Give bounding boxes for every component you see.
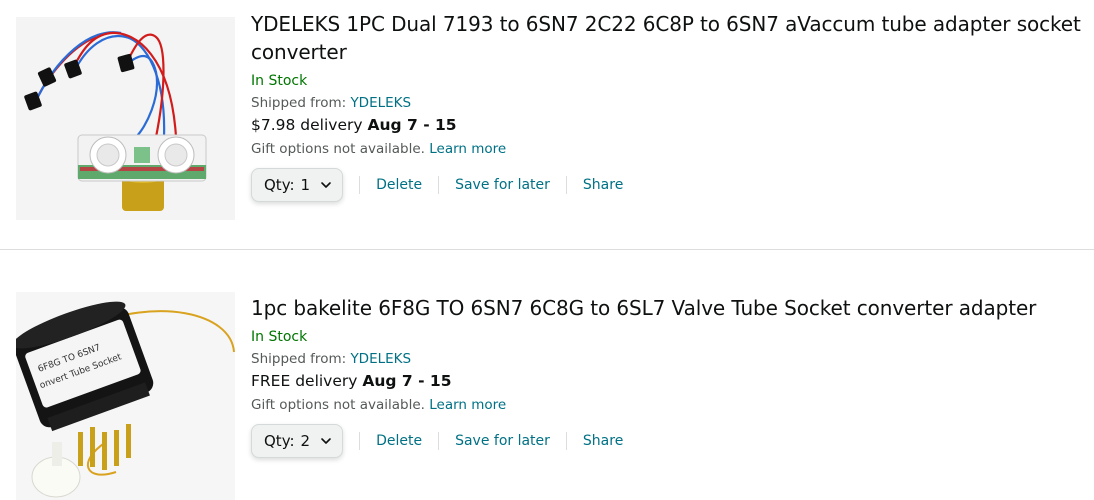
divider bbox=[438, 176, 440, 194]
delivery-info: FREE delivery Aug 7 - 15 bbox=[251, 370, 1088, 392]
gift-options-text: Gift options not available. bbox=[251, 141, 430, 157]
divider bbox=[359, 432, 361, 450]
product-image[interactable]: 6F8G TO 6SN7 onvert Tube Socket bbox=[16, 292, 235, 500]
tube-adapter-image bbox=[16, 17, 235, 220]
quantity-dropdown[interactable]: Qty: 1 bbox=[251, 168, 344, 202]
shipped-from: Shipped from: YDELEKS bbox=[251, 349, 1088, 369]
delete-button[interactable]: Delete bbox=[376, 177, 422, 193]
save-for-later-button[interactable]: Save for later bbox=[455, 177, 550, 193]
delivery-date: Aug 7 - 15 bbox=[367, 116, 457, 134]
shipped-from-label: Shipped from: bbox=[251, 351, 351, 367]
delete-button[interactable]: Delete bbox=[376, 433, 422, 449]
delivery-price: $7.98 delivery bbox=[251, 116, 368, 134]
shipped-from: Shipped from: YDELEKS bbox=[251, 93, 1088, 113]
item-details: 1pc bakelite 6F8G TO 6SN7 6C8G to 6SL7 V… bbox=[251, 294, 1088, 459]
gift-options-text: Gift options not available. bbox=[251, 397, 430, 413]
item-details: YDELEKS 1PC Dual 7193 to 6SN7 2C22 6C8P … bbox=[251, 10, 1088, 203]
learn-more-link[interactable]: Learn more bbox=[429, 141, 506, 157]
stock-status: In Stock bbox=[251, 329, 308, 345]
stock-status: In Stock bbox=[251, 73, 308, 89]
learn-more-link[interactable]: Learn more bbox=[429, 397, 506, 413]
quantity-dropdown[interactable]: Qty: 2 bbox=[251, 424, 344, 458]
divider bbox=[565, 432, 567, 450]
cart-item: YDELEKS 1PC Dual 7193 to 6SN7 2C22 6C8P … bbox=[0, 0, 1094, 250]
shipped-from-label: Shipped from: bbox=[251, 95, 351, 111]
divider bbox=[359, 176, 361, 194]
divider bbox=[438, 432, 440, 450]
delivery-info: $7.98 delivery Aug 7 - 15 bbox=[251, 114, 1088, 136]
quantity-value: 1 bbox=[300, 176, 311, 194]
bakelite-adapter-image: 6F8G TO 6SN7 onvert Tube Socket bbox=[16, 292, 235, 500]
delivery-date: Aug 7 - 15 bbox=[362, 372, 452, 390]
quantity-label: Qty: bbox=[264, 176, 295, 194]
seller-link[interactable]: YDELEKS bbox=[350, 95, 411, 111]
chevron-down-icon bbox=[321, 438, 331, 444]
gift-options: Gift options not available. Learn more bbox=[251, 395, 1088, 415]
share-button[interactable]: Share bbox=[583, 177, 623, 193]
delivery-price: FREE delivery bbox=[251, 372, 363, 390]
cart-item: 6F8G TO 6SN7 onvert Tube Socket 1pc bake… bbox=[0, 250, 1094, 500]
divider bbox=[565, 176, 567, 194]
item-actions: Qty: 1 Delete Save for later Share bbox=[251, 167, 1088, 203]
chevron-down-icon bbox=[321, 182, 331, 188]
quantity-value: 2 bbox=[300, 432, 311, 450]
save-for-later-button[interactable]: Save for later bbox=[455, 433, 550, 449]
seller-link[interactable]: YDELEKS bbox=[350, 351, 411, 367]
quantity-label: Qty: bbox=[264, 432, 295, 450]
product-image[interactable] bbox=[16, 17, 235, 220]
share-button[interactable]: Share bbox=[583, 433, 623, 449]
product-title[interactable]: 1pc bakelite 6F8G TO 6SN7 6C8G to 6SL7 V… bbox=[251, 294, 1088, 322]
item-actions: Qty: 2 Delete Save for later Share bbox=[251, 423, 1088, 459]
gift-options: Gift options not available. Learn more bbox=[251, 139, 1088, 159]
product-title[interactable]: YDELEKS 1PC Dual 7193 to 6SN7 2C22 6C8P … bbox=[251, 10, 1088, 66]
